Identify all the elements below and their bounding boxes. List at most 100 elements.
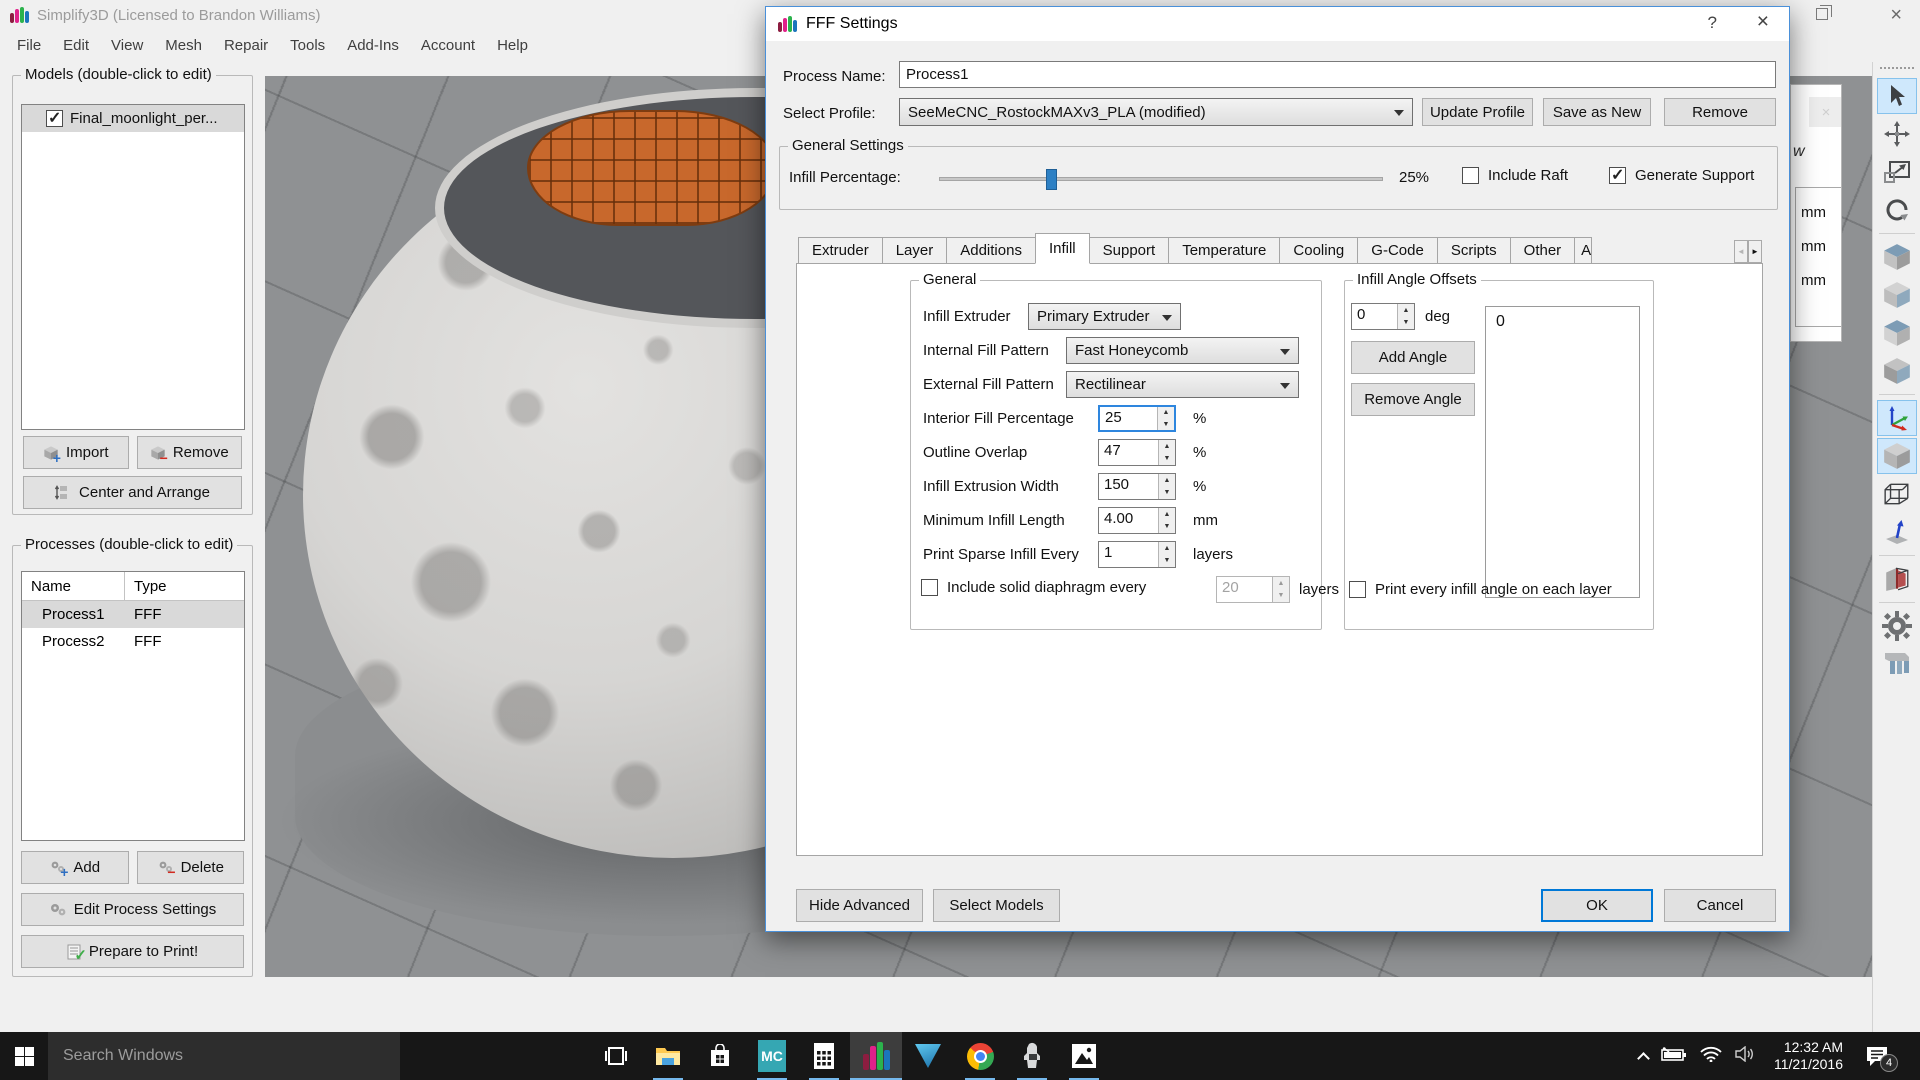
menu-account[interactable]: Account [410,30,486,62]
action-center-icon[interactable]: 4 [1862,1041,1898,1072]
surface-normal-icon[interactable] [1877,514,1917,550]
tab-temperature[interactable]: Temperature [1168,237,1281,264]
spinner-arrows-icon[interactable]: ▲ ▼ [1158,474,1175,499]
wireframe-view-icon[interactable] [1877,476,1917,512]
spinner-value[interactable]: 150 [1099,474,1158,499]
profile-select[interactable]: SeeMeCNC_RostockMAXv3_PLA (modified) [899,98,1413,126]
per-layer-checkbox[interactable] [1349,581,1366,598]
infill-extruder-select[interactable]: Primary Extruder [1028,303,1181,330]
infill-extrusion-width-spinner[interactable]: 150 ▲ ▼ [1098,473,1176,500]
cross-section-icon[interactable] [1877,561,1917,597]
tab-gcode[interactable]: G-Code [1357,237,1438,264]
process-row-1[interactable]: Process1 FFF [22,601,244,628]
remove-angle-button[interactable]: Remove Angle [1351,383,1475,416]
angle-list-item[interactable]: 0 [1496,313,1639,331]
hide-advanced-button[interactable]: Hide Advanced [796,889,923,922]
spinner-value[interactable]: 47 [1099,440,1158,465]
help-icon[interactable]: ? [1708,13,1717,33]
scale-tool-icon[interactable] [1877,154,1917,190]
photos-icon[interactable] [1058,1032,1110,1080]
infill-slider[interactable] [939,169,1383,190]
add-process-button[interactable]: + Add [21,851,129,884]
remove-button[interactable]: − Remove [136,436,242,469]
tab-partial[interactable]: A [1574,237,1593,264]
toolbar-grip[interactable] [1879,67,1914,73]
search-box[interactable]: Search Windows [48,1032,400,1080]
tray-expand-icon[interactable] [1637,1051,1650,1065]
diaphragm-row[interactable]: Include solid diaphragm every [921,579,1146,596]
edit-process-settings-button[interactable]: Edit Process Settings [21,893,244,926]
menu-help[interactable]: Help [486,30,539,62]
internal-fill-pattern-select[interactable]: Fast Honeycomb [1066,337,1299,364]
file-explorer-icon[interactable] [642,1032,694,1080]
delete-process-button[interactable]: − Delete [136,851,244,884]
generate-support-row[interactable]: Generate Support [1609,165,1754,185]
tab-scroll-right-icon[interactable]: ► [1748,240,1762,263]
spinner-value[interactable]: 25 [1100,407,1157,430]
cube-view-3-icon[interactable] [1877,315,1917,351]
clock[interactable]: 12:32 AM 11/21/2016 [1768,1039,1849,1073]
dialog-titlebar[interactable]: FFF Settings [766,7,1789,41]
prepare-to-print-button[interactable]: ✓ Prepare to Print! [21,935,244,968]
tab-layer[interactable]: Layer [881,237,948,264]
chrome-icon[interactable] [954,1032,1006,1080]
diaphragm-checkbox[interactable] [921,579,938,596]
calculator-icon[interactable] [798,1032,850,1080]
save-as-new-button[interactable]: Save as New [1543,98,1651,126]
import-button[interactable]: + Import [23,436,129,469]
printer-app-icon[interactable] [1006,1032,1058,1080]
spinner-value[interactable]: 4.00 [1099,508,1158,533]
spinner-arrows-icon[interactable]: ▲ ▼ [1158,508,1175,533]
tab-extruder[interactable]: Extruder [798,237,883,264]
menu-tools[interactable]: Tools [279,30,336,62]
volume-icon[interactable] [1735,1045,1755,1067]
add-angle-button[interactable]: Add Angle [1351,341,1475,374]
spinner-arrows-icon[interactable]: ▲ ▼ [1397,304,1414,329]
battery-icon[interactable] [1661,1046,1687,1066]
tab-other[interactable]: Other [1509,237,1576,264]
include-raft-checkbox[interactable] [1462,167,1479,184]
menu-file[interactable]: File [6,30,52,62]
tab-infill[interactable]: Infill [1034,233,1090,264]
remove-profile-button[interactable]: Remove [1664,98,1776,126]
spinner-arrows-icon[interactable]: ▲ ▼ [1157,407,1174,430]
models-list[interactable]: Final_moonlight_per... [21,104,245,430]
tab-scripts[interactable]: Scripts [1436,237,1511,264]
wifi-icon[interactable] [1700,1046,1722,1067]
tab-cooling[interactable]: Cooling [1279,237,1359,264]
external-fill-pattern-select[interactable]: Rectilinear [1066,371,1299,398]
solid-view-icon[interactable] [1876,438,1917,474]
menu-addins[interactable]: Add-Ins [336,30,410,62]
angle-spinner[interactable]: 0 ▲ ▼ [1351,303,1415,330]
outline-overlap-spinner[interactable]: 47 ▲ ▼ [1098,439,1176,466]
model-list-item[interactable]: Final_moonlight_per... [22,105,244,132]
per-layer-row[interactable]: Print every infill angle on each layer [1349,581,1612,598]
angle-list[interactable]: 0 [1485,306,1640,598]
restore-icon[interactable] [1816,5,1832,20]
interior-fill-percentage-spinner[interactable]: 25 ▲ ▼ [1098,405,1176,432]
cancel-button[interactable]: Cancel [1664,889,1776,922]
cursor-tool-icon[interactable] [1876,78,1917,114]
meshmixer-icon[interactable] [902,1032,954,1080]
include-raft-row[interactable]: Include Raft [1462,167,1568,184]
menu-view[interactable]: View [100,30,154,62]
mattercontrol-icon[interactable]: MC [746,1032,798,1080]
model-visible-checkbox[interactable] [46,108,63,128]
task-view-icon[interactable] [590,1032,642,1080]
infill-slider-handle[interactable] [1045,169,1057,190]
spinner-value[interactable]: 0 [1352,304,1397,329]
update-profile-button[interactable]: Update Profile [1422,98,1533,126]
cube-view-2-icon[interactable] [1877,277,1917,313]
menu-mesh[interactable]: Mesh [154,30,213,62]
windows-store-icon[interactable] [694,1032,746,1080]
tab-additions[interactable]: Additions [946,237,1036,264]
cube-view-1-icon[interactable] [1877,239,1917,275]
spinner-arrows-icon[interactable]: ▲ ▼ [1158,440,1175,465]
menu-edit[interactable]: Edit [52,30,100,62]
select-models-button[interactable]: Select Models [933,889,1060,922]
start-button[interactable] [0,1032,48,1080]
minimum-infill-length-spinner[interactable]: 4.00 ▲ ▼ [1098,507,1176,534]
tab-support[interactable]: Support [1088,237,1170,264]
spinner-value[interactable]: 1 [1099,542,1158,567]
machine-settings-gear-icon[interactable] [1877,608,1917,644]
